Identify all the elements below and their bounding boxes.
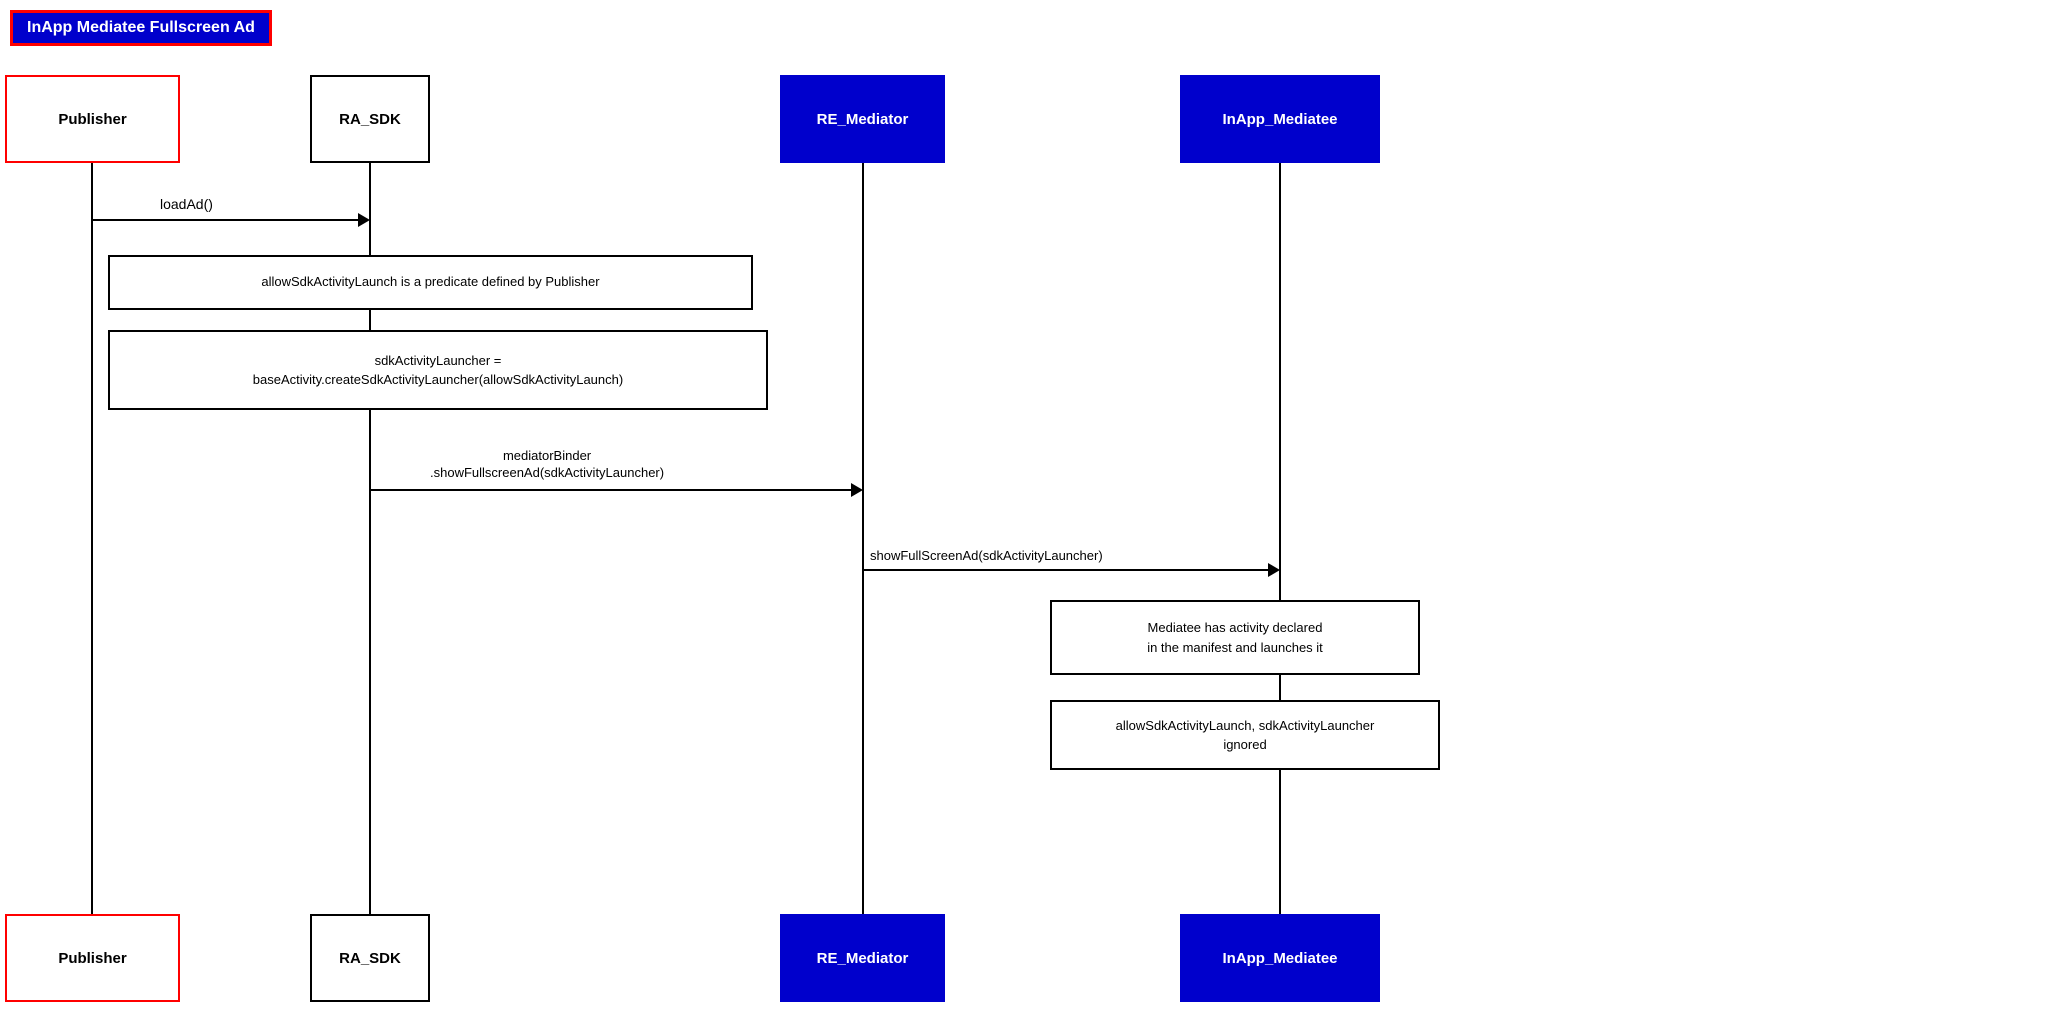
arrow-label-mediator-binder: mediatorBinder.showFullscreenAd(sdkActiv… — [430, 448, 664, 482]
note-mediatee-activity: Mediatee has activity declaredin the man… — [1050, 600, 1420, 675]
arrow-show-fullscreen-ad-head — [1268, 563, 1280, 577]
arrow-loadad-head — [358, 213, 370, 227]
note-sdk-launcher: sdkActivityLauncher =baseActivity.create… — [108, 330, 768, 410]
sequence-diagram: InApp Mediatee Fullscreen Ad Publisher R… — [0, 0, 2048, 1019]
arrow-label-show-fullscreen-ad: showFullScreenAd(sdkActivityLauncher) — [870, 548, 1103, 563]
diagram-svg — [0, 0, 2048, 1019]
note-predicate: allowSdkActivityLaunch is a predicate de… — [108, 255, 753, 310]
arrow-show-fullscreen-head — [851, 483, 863, 497]
arrow-label-loadad: loadAd() — [160, 196, 213, 212]
note-ignored: allowSdkActivityLaunch, sdkActivityLaunc… — [1050, 700, 1440, 770]
